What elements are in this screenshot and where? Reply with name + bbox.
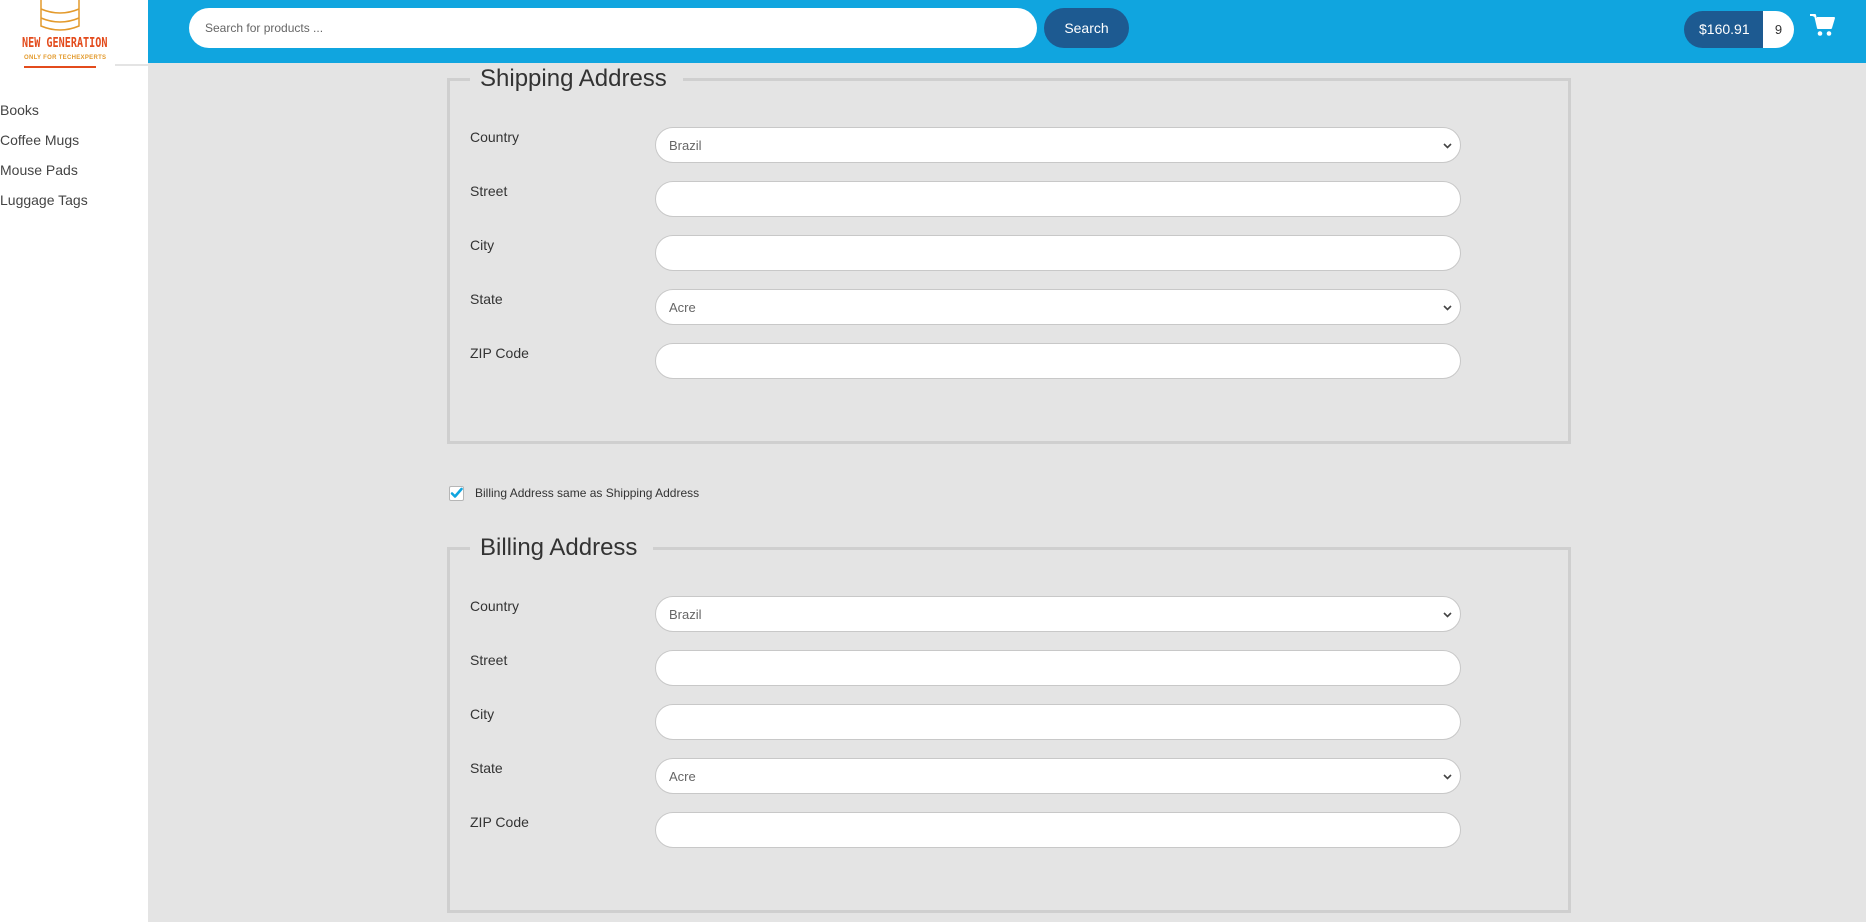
billing-same-checkbox[interactable]	[449, 486, 464, 501]
billing-address-section: Billing Address Country Brazil Street Ci…	[447, 534, 1571, 913]
top-bar: Search $160.91 9	[148, 0, 1866, 63]
billing-country-select[interactable]: Brazil	[655, 596, 1461, 632]
shipping-street-row: Street	[450, 181, 1568, 217]
cart-total[interactable]: $160.91	[1684, 11, 1764, 48]
billing-street-row: Street	[450, 650, 1568, 686]
sidebar-item-mouse-pads[interactable]: Mouse Pads	[0, 160, 88, 190]
shipping-address-section: Shipping Address Country Brazil Street C…	[447, 65, 1571, 444]
billing-zip-label: ZIP Code	[470, 814, 529, 830]
brand-logo[interactable]: NEW GENERATION ONLY FOR TECHEXPERTS	[0, 0, 120, 72]
shipping-country-value: Brazil	[669, 138, 702, 153]
sidebar-item-coffee-mugs[interactable]: Coffee Mugs	[0, 130, 88, 160]
shipping-state-row: State Acre	[450, 289, 1568, 325]
shipping-state-label: State	[470, 291, 503, 307]
billing-city-label: City	[470, 706, 495, 722]
cart-count-badge[interactable]: 9	[1763, 11, 1794, 48]
chevron-down-icon	[1443, 143, 1452, 149]
shipping-country-select[interactable]: Brazil	[655, 127, 1461, 163]
shipping-city-input[interactable]	[655, 235, 1461, 271]
billing-zip-input[interactable]	[655, 812, 1461, 848]
shipping-state-select[interactable]: Acre	[655, 289, 1461, 325]
billing-country-row: Country Brazil	[450, 596, 1568, 632]
billing-country-value: Brazil	[669, 607, 702, 622]
database-stack-icon	[40, 0, 80, 31]
shipping-state-value: Acre	[669, 300, 696, 315]
search-input[interactable]	[189, 8, 1037, 48]
chevron-down-icon	[1443, 305, 1452, 311]
billing-city-input[interactable]	[655, 704, 1461, 740]
sidebar-item-books[interactable]: Books	[0, 100, 88, 130]
billing-state-select[interactable]: Acre	[655, 758, 1461, 794]
checkmark-icon	[450, 487, 463, 498]
shipping-street-input[interactable]	[655, 181, 1461, 217]
chevron-down-icon	[1443, 774, 1452, 780]
brand-name: NEW GENERATION	[22, 36, 108, 51]
shipping-country-row: Country Brazil	[450, 127, 1568, 163]
sidebar-divider	[115, 64, 148, 66]
billing-zip-row: ZIP Code	[450, 812, 1568, 848]
billing-state-value: Acre	[669, 769, 696, 784]
sidebar-item-luggage-tags[interactable]: Luggage Tags	[0, 190, 88, 220]
billing-city-row: City	[450, 704, 1568, 740]
shipping-city-row: City	[450, 235, 1568, 271]
billing-street-label: Street	[470, 652, 508, 668]
brand-underline	[24, 66, 96, 68]
search-button[interactable]: Search	[1044, 8, 1129, 48]
shopping-cart-icon[interactable]	[1810, 13, 1836, 37]
billing-same-label: Billing Address same as Shipping Address	[475, 486, 700, 500]
category-list: Books Coffee Mugs Mouse Pads Luggage Tag…	[0, 100, 88, 220]
billing-street-input[interactable]	[655, 650, 1461, 686]
billing-state-row: State Acre	[450, 758, 1568, 794]
billing-state-label: State	[470, 760, 503, 776]
shipping-country-label: Country	[470, 129, 520, 145]
shipping-zip-row: ZIP Code	[450, 343, 1568, 379]
billing-country-label: Country	[470, 598, 520, 614]
shipping-city-label: City	[470, 237, 495, 253]
shipping-zip-input[interactable]	[655, 343, 1461, 379]
billing-address-title: Billing Address	[470, 534, 654, 562]
brand-tagline: ONLY FOR TECHEXPERTS	[24, 55, 107, 61]
sidebar: NEW GENERATION ONLY FOR TECHEXPERTS Book…	[0, 0, 148, 922]
shipping-street-label: Street	[470, 183, 508, 199]
shipping-zip-label: ZIP Code	[470, 345, 529, 361]
shipping-address-title: Shipping Address	[470, 65, 683, 93]
chevron-down-icon	[1443, 612, 1452, 618]
